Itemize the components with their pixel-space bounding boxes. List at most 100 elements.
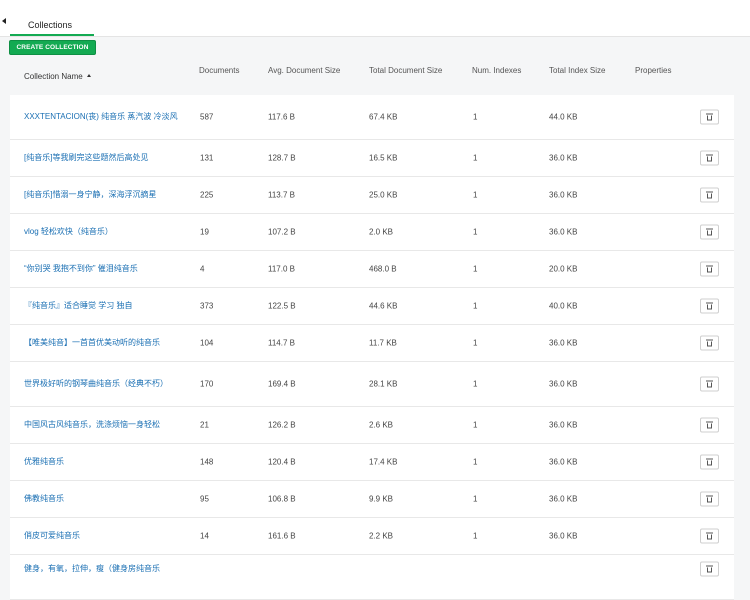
- trash-icon: [706, 339, 713, 347]
- table-row: 佛教纯音乐 95 106.8 B 9.9 KB 1 36.0 KB: [10, 481, 734, 518]
- avg-size-value: 126.2 B: [268, 420, 296, 430]
- collection-name-link[interactable]: [纯音乐]惜溺一身宁静，深海浮沉摘星: [24, 189, 184, 201]
- documents-value: 131: [200, 153, 214, 163]
- documents-value: 225: [200, 190, 214, 200]
- trash-icon: [706, 228, 713, 236]
- table-row: vlog 轻松欢快（纯音乐） 19 107.2 B 2.0 KB 1 36.0 …: [10, 214, 734, 251]
- collection-name-link[interactable]: 中国风古风纯音乐，洗涤烦恼一身轻松: [24, 419, 184, 431]
- collection-name-link[interactable]: 佛教纯音乐: [24, 493, 184, 505]
- delete-button[interactable]: [700, 298, 719, 314]
- index-size-value: 36.0 KB: [549, 227, 578, 237]
- create-collection-button[interactable]: CREATE COLLECTION: [9, 40, 96, 55]
- tab-bar: Collections: [0, 0, 750, 37]
- table-row: 【唯美纯音】一首首优美动听的纯音乐 104 114.7 B 11.7 KB 1 …: [10, 325, 734, 362]
- collection-name-link[interactable]: 『纯音乐』适合睡觉 学习 独自: [24, 300, 184, 312]
- total-size-value: 468.0 B: [369, 264, 397, 274]
- table-row: “你别哭 我抱不到你” 催泪纯音乐 4 117.0 B 468.0 B 1 20…: [10, 251, 734, 288]
- collection-name-link[interactable]: 优雅纯音乐: [24, 456, 184, 468]
- column-header-name[interactable]: Collection Name: [24, 72, 91, 81]
- num-indexes-value: 1: [473, 531, 478, 541]
- documents-value: 14: [200, 531, 209, 541]
- num-indexes-value: 1: [473, 112, 478, 122]
- avg-size-value: 169.4 B: [268, 379, 296, 389]
- total-size-value: 44.6 KB: [369, 301, 398, 311]
- avg-size-value: 113.7 B: [268, 190, 295, 200]
- collection-name-link[interactable]: “你别哭 我抱不到你” 催泪纯音乐: [24, 263, 184, 275]
- num-indexes-value: 1: [473, 264, 478, 274]
- delete-button[interactable]: [700, 561, 719, 577]
- trash-icon: [706, 302, 713, 310]
- trash-icon: [706, 113, 713, 121]
- collection-name-link[interactable]: 健身，有氧，拉伸，瘦（健身房纯音乐: [24, 563, 184, 575]
- collection-name-link[interactable]: 俏皮可爱纯音乐: [24, 530, 184, 542]
- documents-value: 373: [200, 301, 214, 311]
- num-indexes-value: 1: [473, 379, 478, 389]
- delete-button[interactable]: [700, 528, 719, 544]
- trash-icon: [706, 458, 713, 466]
- column-header-name-label: Collection Name: [24, 72, 83, 81]
- index-size-value: 36.0 KB: [549, 338, 578, 348]
- total-size-value: 67.4 KB: [369, 112, 398, 122]
- index-size-value: 20.0 KB: [549, 264, 578, 274]
- avg-size-value: 117.0 B: [268, 264, 295, 274]
- avg-size-value: 128.7 B: [268, 153, 296, 163]
- collection-name-link[interactable]: vlog 轻松欢快（纯音乐）: [24, 226, 184, 238]
- avg-size-value: 106.8 B: [268, 494, 296, 504]
- num-indexes-value: 1: [473, 420, 478, 430]
- collection-name-link[interactable]: 世界极好听的钢琴曲纯音乐（经典不朽）: [24, 378, 184, 390]
- collection-name-link[interactable]: [纯音乐]等我刷完这些题然后高处见: [24, 152, 184, 164]
- column-header-index-size[interactable]: Total Index Size: [549, 66, 605, 75]
- collection-name-link[interactable]: 【唯美纯音】一首首优美动听的纯音乐: [24, 337, 184, 349]
- total-size-value: 2.6 KB: [369, 420, 394, 430]
- column-header-num-indexes[interactable]: Num. Indexes: [472, 66, 521, 75]
- num-indexes-value: 1: [473, 494, 478, 504]
- table-row: 中国风古风纯音乐，洗涤烦恼一身轻松 21 126.2 B 2.6 KB 1 36…: [10, 407, 734, 444]
- avg-size-value: 114.7 B: [268, 338, 295, 348]
- collapse-sidebar-icon[interactable]: [2, 18, 6, 24]
- total-size-value: 11.7 KB: [369, 338, 397, 348]
- delete-button[interactable]: [700, 109, 719, 125]
- trash-icon: [706, 565, 713, 573]
- num-indexes-value: 1: [473, 190, 478, 200]
- trash-icon: [706, 191, 713, 199]
- total-size-value: 16.5 KB: [369, 153, 398, 163]
- column-header-total-size[interactable]: Total Document Size: [369, 66, 442, 75]
- table-row: 健身，有氧，拉伸，瘦（健身房纯音乐: [10, 555, 734, 600]
- delete-button[interactable]: [700, 187, 719, 203]
- tab-collections[interactable]: Collections: [10, 0, 94, 36]
- delete-button[interactable]: [700, 376, 719, 392]
- num-indexes-value: 1: [473, 153, 478, 163]
- trash-icon: [706, 532, 713, 540]
- trash-icon: [706, 495, 713, 503]
- total-size-value: 17.4 KB: [369, 457, 398, 467]
- delete-button[interactable]: [700, 261, 719, 277]
- collection-name-link[interactable]: XXXTENTACION(丧) 纯音乐 蒸汽波 冷淡风: [24, 111, 184, 123]
- num-indexes-value: 1: [473, 227, 478, 237]
- total-size-value: 2.0 KB: [369, 227, 394, 237]
- index-size-value: 44.0 KB: [549, 112, 578, 122]
- total-size-value: 2.2 KB: [369, 531, 394, 541]
- documents-value: 148: [200, 457, 214, 467]
- delete-button[interactable]: [700, 417, 719, 433]
- table-row: [纯音乐]惜溺一身宁静，深海浮沉摘星 225 113.7 B 25.0 KB 1…: [10, 177, 734, 214]
- trash-icon: [706, 380, 713, 388]
- delete-button[interactable]: [700, 150, 719, 166]
- documents-value: 21: [200, 420, 209, 430]
- index-size-value: 36.0 KB: [549, 379, 578, 389]
- delete-button[interactable]: [700, 454, 719, 470]
- total-size-value: 25.0 KB: [369, 190, 398, 200]
- delete-button[interactable]: [700, 224, 719, 240]
- table-row: 俏皮可爱纯音乐 14 161.6 B 2.2 KB 1 36.0 KB: [10, 518, 734, 555]
- column-header-avg-size[interactable]: Avg. Document Size: [268, 66, 340, 75]
- num-indexes-value: 1: [473, 338, 478, 348]
- table-row: 优雅纯音乐 148 120.4 B 17.4 KB 1 36.0 KB: [10, 444, 734, 481]
- table-row: XXXTENTACION(丧) 纯音乐 蒸汽波 冷淡风 587 117.6 B …: [10, 95, 734, 140]
- num-indexes-value: 1: [473, 301, 478, 311]
- delete-button[interactable]: [700, 335, 719, 351]
- documents-value: 104: [200, 338, 214, 348]
- avg-size-value: 120.4 B: [268, 457, 296, 467]
- delete-button[interactable]: [700, 491, 719, 507]
- avg-size-value: 117.6 B: [268, 112, 295, 122]
- total-size-value: 9.9 KB: [369, 494, 394, 504]
- column-header-documents[interactable]: Documents: [199, 66, 239, 75]
